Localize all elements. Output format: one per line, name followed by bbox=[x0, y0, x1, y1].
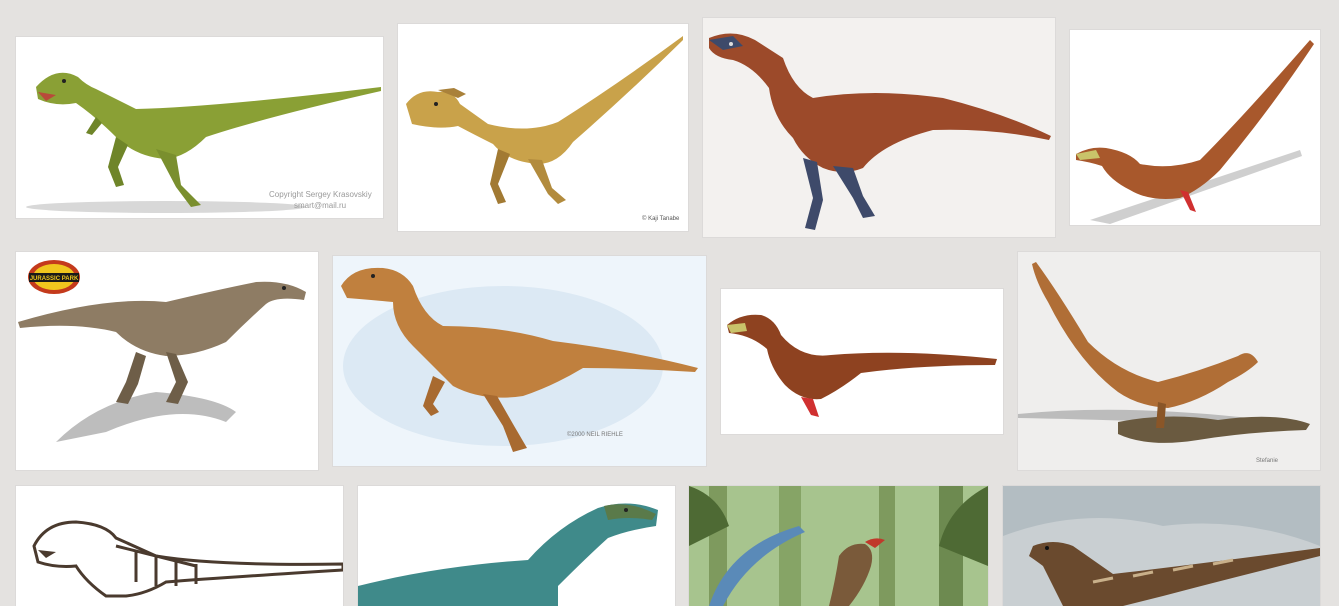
image-tile-12[interactable] bbox=[1003, 486, 1320, 606]
yellow-raptor-image bbox=[406, 36, 683, 204]
image-tile-4[interactable] bbox=[1070, 30, 1320, 225]
striped-raptor-sky-image bbox=[1003, 486, 1320, 606]
feathered-raptor-image bbox=[1076, 40, 1314, 224]
image-tile-1[interactable]: Copyright Sergey Krasovskiy smart@mail.r… bbox=[16, 37, 383, 218]
image-tile-5[interactable]: JURASSIC PARK bbox=[16, 252, 318, 470]
feathered-raptor-with-prey-image bbox=[1018, 262, 1310, 443]
image-tile-2[interactable]: © Kaji Tanabe bbox=[398, 24, 688, 231]
jungle-feathered-raptor-image bbox=[689, 486, 988, 606]
image-tile-11[interactable] bbox=[689, 486, 988, 606]
image-tile-9[interactable] bbox=[16, 486, 343, 606]
image-credit: ©2000 NEIL RIEHLE bbox=[567, 432, 623, 438]
image-tile-10[interactable] bbox=[358, 486, 675, 606]
feathered-raptor-small-image bbox=[727, 314, 997, 417]
image-credit: © Kaji Tanabe bbox=[642, 216, 680, 222]
image-credit: Copyright Sergey Krasovskiy bbox=[269, 190, 372, 199]
logo-text: JURASSIC PARK bbox=[30, 276, 79, 282]
teal-raptor-image bbox=[358, 503, 658, 606]
raptor-skeleton-image bbox=[32, 520, 343, 598]
jurassic-park-logo: JURASSIC PARK bbox=[26, 258, 82, 296]
brown-raptor-image bbox=[341, 267, 698, 452]
image-credit-email: smart@mail.ru bbox=[294, 201, 347, 210]
image-tile-6[interactable]: ©2000 NEIL RIEHLE bbox=[333, 256, 706, 466]
image-credit: Stefanie bbox=[1256, 458, 1279, 464]
red-feathered-raptor-image bbox=[709, 33, 1051, 230]
image-tile-7[interactable] bbox=[721, 289, 1003, 434]
image-tile-3[interactable] bbox=[703, 18, 1055, 237]
image-tile-8[interactable]: Stefanie bbox=[1018, 252, 1320, 470]
